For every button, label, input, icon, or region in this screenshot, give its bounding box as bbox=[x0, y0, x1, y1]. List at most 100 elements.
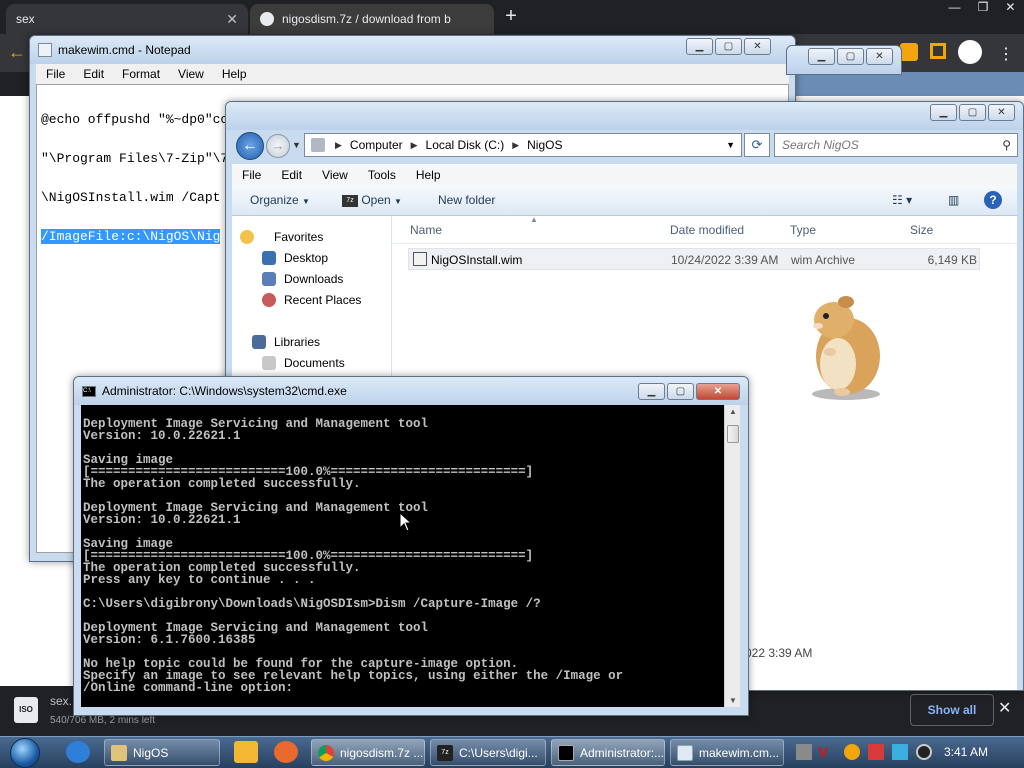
media-player-icon[interactable] bbox=[234, 741, 258, 763]
menu-view[interactable]: View bbox=[322, 168, 348, 182]
nav-favorites[interactable]: Favorites bbox=[274, 230, 323, 244]
menu-format[interactable]: Format bbox=[122, 67, 160, 81]
internet-explorer-icon[interactable] bbox=[66, 741, 90, 763]
maximize-icon[interactable]: ❐ bbox=[978, 0, 989, 20]
taskbar-button-explorer[interactable]: NigOS bbox=[104, 739, 220, 766]
close-button[interactable]: ✕ bbox=[696, 383, 740, 400]
sidebar-icon[interactable] bbox=[930, 43, 946, 59]
minimize-button[interactable]: ▁ bbox=[686, 38, 713, 55]
back-arrow-icon[interactable]: ← bbox=[236, 132, 264, 160]
notepad-titlebar[interactable]: makewim.cmd - Notepad ▁ ▢ ✕ bbox=[30, 36, 795, 64]
minimize-button[interactable]: ▁ bbox=[808, 48, 835, 65]
console-output[interactable]: Deployment Image Servicing and Managemen… bbox=[81, 405, 724, 707]
tray-app-icon[interactable] bbox=[796, 744, 812, 760]
new-folder-button[interactable]: New folder bbox=[438, 193, 495, 207]
close-button[interactable]: ✕ bbox=[988, 104, 1015, 121]
view-options-icon[interactable]: ☷ ▾ bbox=[892, 193, 912, 207]
close-icon[interactable]: ✕ bbox=[1005, 0, 1015, 20]
menu-edit[interactable]: Edit bbox=[83, 67, 104, 81]
chevron-right-icon[interactable]: ▶ bbox=[335, 140, 342, 151]
close-icon[interactable]: ✕ bbox=[226, 11, 238, 28]
menu-help[interactable]: Help bbox=[416, 168, 441, 182]
extension-icon[interactable] bbox=[900, 43, 918, 61]
col-type[interactable]: Type bbox=[790, 223, 816, 237]
paint-icon[interactable] bbox=[274, 741, 298, 763]
show-all-button[interactable]: Show all bbox=[910, 694, 994, 726]
tray-v-icon[interactable]: V bbox=[818, 744, 834, 761]
new-tab-icon[interactable]: + bbox=[500, 6, 522, 28]
address-bar[interactable]: ▶ Computer ▶ Local Disk (C:) ▶ NigOS ▼ bbox=[304, 133, 742, 157]
chrome-tab-download[interactable]: nigosdism.7z / download from b bbox=[250, 4, 494, 34]
tray-display-icon[interactable] bbox=[892, 744, 908, 760]
back-arrow-icon[interactable]: ← bbox=[8, 42, 26, 63]
maximize-button[interactable]: ▢ bbox=[959, 104, 986, 121]
tray-flag-icon[interactable] bbox=[868, 744, 884, 760]
nav-documents[interactable]: Documents bbox=[284, 356, 345, 370]
close-icon[interactable]: ✕ bbox=[998, 698, 1011, 718]
preview-pane-icon[interactable]: ▥ bbox=[948, 193, 959, 207]
nav-libraries[interactable]: Libraries bbox=[274, 335, 320, 349]
chrome-tab-sex[interactable]: sex ✕ bbox=[6, 4, 248, 34]
menu-help[interactable]: Help bbox=[222, 67, 247, 81]
tray-volume-icon[interactable] bbox=[916, 744, 932, 760]
menu-view[interactable]: View bbox=[178, 67, 204, 81]
taskbar-button-7zip[interactable]: 7z C:\Users\digi... bbox=[430, 739, 546, 766]
cmd-titlebar[interactable]: C:\ Administrator: C:\Windows\system32\c… bbox=[74, 377, 748, 405]
iso-file-icon[interactable]: ISO bbox=[14, 697, 38, 723]
refresh-icon[interactable]: ⟳ bbox=[744, 133, 770, 157]
more-menu-icon[interactable]: ⋮ bbox=[998, 44, 1014, 64]
menu-tools[interactable]: Tools bbox=[368, 168, 396, 182]
col-name[interactable]: Name bbox=[410, 223, 442, 237]
search-box[interactable]: ⚲ bbox=[774, 133, 1018, 157]
chevron-right-icon[interactable]: ▶ bbox=[411, 140, 418, 151]
vertical-scrollbar[interactable]: ▲ ▼ bbox=[724, 405, 740, 707]
tray-search-icon[interactable] bbox=[844, 744, 860, 760]
scroll-up-icon[interactable]: ▲ bbox=[725, 407, 741, 416]
taskbar-button-chrome[interactable]: nigosdism.7z ... bbox=[311, 739, 425, 766]
window-title: Administrator: C:\Windows\system32\cmd.e… bbox=[102, 384, 347, 398]
nav-desktop[interactable]: Desktop bbox=[284, 251, 328, 265]
col-date[interactable]: Date modified bbox=[670, 223, 744, 237]
profile-avatar-icon[interactable] bbox=[958, 40, 982, 64]
folder-icon bbox=[311, 138, 325, 152]
help-icon[interactable]: ? bbox=[984, 191, 1002, 209]
minimize-icon[interactable]: — bbox=[949, 0, 961, 20]
nav-downloads[interactable]: Downloads bbox=[284, 272, 343, 286]
breadcrumb-computer[interactable]: Computer bbox=[350, 138, 403, 152]
open-button[interactable]: 7z Open ▼ bbox=[342, 193, 402, 207]
breadcrumb-nigos[interactable]: NigOS bbox=[527, 138, 562, 152]
start-button[interactable] bbox=[4, 737, 46, 768]
scroll-thumb[interactable] bbox=[727, 425, 739, 443]
taskbar-button-notepad[interactable]: makewim.cm... bbox=[670, 739, 784, 766]
nav-recent-places[interactable]: Recent Places bbox=[284, 293, 361, 307]
maximize-button[interactable]: ▢ bbox=[715, 38, 742, 55]
close-button[interactable]: ✕ bbox=[744, 38, 771, 55]
search-icon[interactable]: ⚲ bbox=[1002, 138, 1011, 152]
scroll-down-icon[interactable]: ▼ bbox=[725, 696, 741, 705]
close-button[interactable]: ✕ bbox=[866, 48, 893, 65]
maximize-button[interactable]: ▢ bbox=[837, 48, 864, 65]
taskbar-clock[interactable]: 3:41 AM bbox=[944, 745, 988, 759]
menu-file[interactable]: File bbox=[242, 168, 261, 182]
breadcrumb-local-disk[interactable]: Local Disk (C:) bbox=[426, 138, 505, 152]
menu-edit[interactable]: Edit bbox=[281, 168, 302, 182]
col-size[interactable]: Size bbox=[910, 223, 933, 237]
maximize-button[interactable]: ▢ bbox=[667, 383, 694, 400]
search-input[interactable] bbox=[775, 134, 985, 156]
windows-logo-icon bbox=[10, 738, 40, 768]
chevron-down-icon[interactable]: ▼ bbox=[726, 140, 735, 150]
download-filename[interactable]: sex. bbox=[50, 694, 72, 708]
chevron-down-icon[interactable]: ▼ bbox=[292, 140, 301, 150]
chevron-right-icon[interactable]: ▶ bbox=[512, 140, 519, 151]
file-row[interactable]: NigOSInstall.wim 10/24/2022 3:39 AM wim … bbox=[408, 248, 980, 270]
organize-button[interactable]: Organize ▼ bbox=[250, 193, 310, 207]
taskbar-button-cmd[interactable]: Administrator:... bbox=[551, 739, 665, 766]
minimize-button[interactable]: ▁ bbox=[930, 104, 957, 121]
menu-file[interactable]: File bbox=[46, 67, 65, 81]
notepad-icon bbox=[38, 43, 52, 57]
explorer-titlebar[interactable]: ▁ ▢ ✕ bbox=[226, 102, 1023, 130]
forward-arrow-icon[interactable]: → bbox=[266, 134, 290, 158]
hamster-mascot-icon[interactable] bbox=[800, 292, 890, 402]
background-window-titlebar[interactable]: ▁ ▢ ✕ bbox=[786, 45, 902, 75]
minimize-button[interactable]: ▁ bbox=[638, 383, 665, 400]
